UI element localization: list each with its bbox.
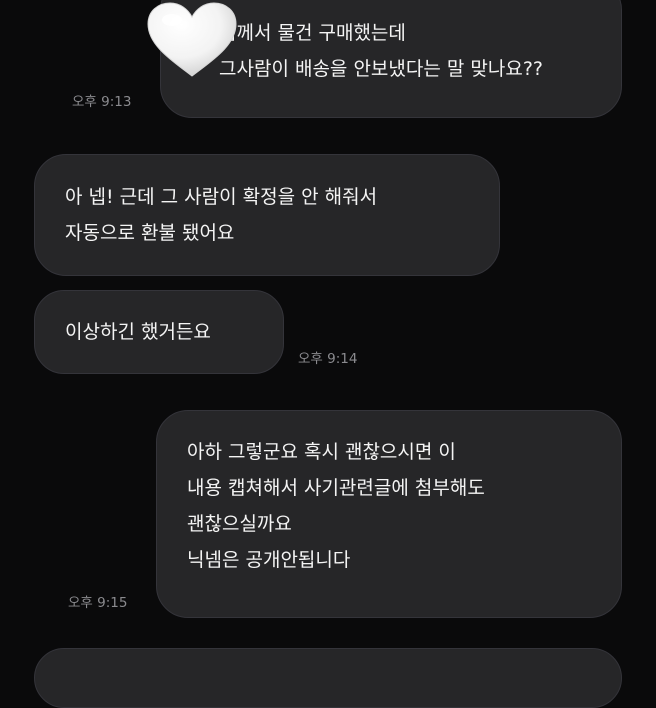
- message-line: 내용 캡쳐해서 사기관련글에 첨부해도: [187, 477, 485, 499]
- message-line: 아 넵! 근데 그 사람이 확정을 안 해줘서: [65, 186, 378, 208]
- message-line: 자동으로 환불 됐어요: [65, 222, 235, 244]
- message-line: 괜찮으실까요: [187, 513, 292, 535]
- message-timestamp: 오후 9:14: [298, 351, 358, 367]
- chat-thread: 님께서 물건 구매했는데 그사람이 배송을 안보냈다는 말 맞나요?? 오후 9…: [0, 0, 656, 708]
- message-timestamp: 오후 9:15: [68, 595, 128, 611]
- message-line: 님께서 물건 구매했는데: [219, 22, 406, 44]
- message-timestamp: 오후 9:13: [72, 94, 132, 110]
- received-message-bubble-partial[interactable]: [34, 648, 622, 708]
- message-line: 아하 그렇군요 혹시 괜찮으시면 이: [187, 441, 456, 463]
- received-message-bubble[interactable]: 아 넵! 근데 그 사람이 확정을 안 해줘서 자동으로 환불 됐어요: [34, 154, 500, 276]
- message-line: 그사람이 배송을 안보냈다는 말 맞나요??: [219, 58, 544, 80]
- message-line: 닉넴은 공개안됩니다: [187, 549, 351, 571]
- received-message-bubble[interactable]: 이상하긴 했거든요: [34, 290, 284, 374]
- sent-message-bubble[interactable]: 아하 그렇군요 혹시 괜찮으시면 이 내용 캡쳐해서 사기관련글에 첨부해도 괜…: [156, 410, 622, 618]
- white-heart-sticker-icon: [147, 2, 237, 77]
- message-line: 이상하긴 했거든요: [65, 321, 211, 343]
